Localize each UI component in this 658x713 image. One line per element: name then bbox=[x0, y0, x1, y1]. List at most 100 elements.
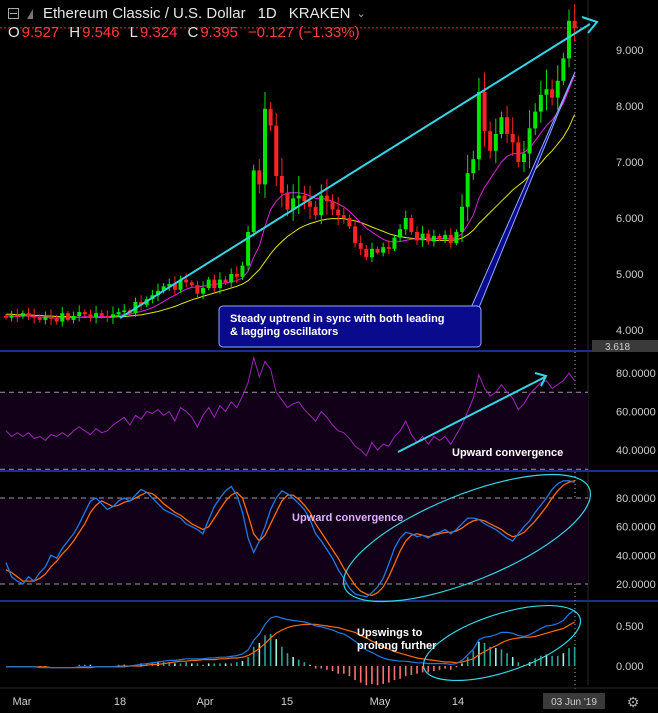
candle-body bbox=[392, 237, 397, 249]
candle-body bbox=[184, 279, 189, 283]
candle-body bbox=[505, 117, 510, 134]
candle-body bbox=[274, 125, 279, 176]
y-tick-label: 80.0000 bbox=[616, 493, 656, 505]
candle-body bbox=[533, 111, 538, 129]
y-tick-label: 0.500 bbox=[616, 621, 644, 633]
candle-body bbox=[409, 218, 414, 232]
candle-body bbox=[223, 279, 228, 283]
chart-canvas[interactable]: 4.000 5.000 6.000 7.000 8.000 9.000 3.618 Stead… bbox=[0, 0, 658, 713]
candle-body bbox=[476, 92, 481, 160]
candle-body bbox=[499, 117, 504, 134]
y-tick-label: 5.000 bbox=[616, 269, 644, 281]
symbol-row: Ethereum Classic / U.S. Dollar 1D KRAKEN… bbox=[8, 5, 366, 22]
candle-body bbox=[240, 265, 245, 277]
candle-body bbox=[555, 80, 560, 98]
candle-body bbox=[285, 192, 290, 210]
collapse-icon[interactable] bbox=[8, 8, 19, 19]
candle-body bbox=[431, 235, 436, 242]
y-tick-label: 80.0000 bbox=[616, 368, 656, 380]
low-value: 9.324 bbox=[139, 24, 178, 41]
flag-icon bbox=[27, 8, 33, 19]
candle-body bbox=[353, 226, 358, 244]
candle-body bbox=[336, 209, 341, 216]
candle-body bbox=[257, 170, 262, 185]
candle-body bbox=[550, 89, 555, 98]
candle-body bbox=[71, 316, 76, 320]
y-tick-label: 40.0000 bbox=[616, 445, 656, 457]
y-tick-label: 60.0000 bbox=[616, 407, 656, 419]
candle-body bbox=[60, 313, 65, 322]
candle-body bbox=[375, 248, 380, 253]
high-value: 9.546 bbox=[82, 24, 120, 41]
candle-body bbox=[105, 316, 110, 318]
candle-body bbox=[116, 312, 121, 315]
callout-text: Steady uptrend in sync with both leading bbox=[230, 313, 445, 325]
candle-body bbox=[49, 317, 54, 319]
candle-body bbox=[279, 176, 284, 193]
candle-body bbox=[460, 206, 465, 232]
candle-body bbox=[347, 218, 352, 227]
candle-body bbox=[567, 20, 571, 59]
x-tick-label: 18 bbox=[114, 696, 126, 708]
callout-text: & lagging oscillators bbox=[230, 326, 338, 338]
macd-annotation: prolong further bbox=[357, 640, 437, 652]
candle-body bbox=[420, 233, 425, 241]
candle-body bbox=[516, 142, 521, 162]
candle-body bbox=[206, 279, 211, 288]
candle-body bbox=[37, 317, 42, 320]
candle-body bbox=[308, 201, 313, 207]
trendline bbox=[119, 23, 591, 319]
candle-body bbox=[448, 234, 453, 244]
candle-body bbox=[32, 316, 37, 318]
timeframe-label[interactable]: 1D bbox=[258, 5, 277, 22]
open-label: O bbox=[8, 24, 20, 41]
candle-body bbox=[330, 201, 335, 210]
candle-body bbox=[527, 128, 532, 154]
y-tick-label: 6.000 bbox=[616, 213, 644, 225]
ohlc-row: O 9.527 H 9.546 L 9.324 C 9.395 −0.127 (… bbox=[8, 24, 368, 41]
candle-body bbox=[302, 195, 307, 202]
candle-body bbox=[212, 279, 217, 288]
candle-body bbox=[296, 195, 301, 199]
date-readout-label: 03 Jun '19 bbox=[551, 697, 597, 708]
gear-icon[interactable]: ⚙ bbox=[627, 695, 640, 711]
candle-body bbox=[54, 318, 59, 322]
chevron-down-icon[interactable]: ⌄ bbox=[356, 7, 365, 20]
candle-body bbox=[94, 313, 99, 318]
y-tick-label: 4.000 bbox=[616, 325, 644, 337]
x-tick-label: Mar bbox=[13, 696, 32, 708]
y-tick-label: 8.000 bbox=[616, 101, 644, 113]
candle-body bbox=[538, 94, 543, 112]
candle-body bbox=[521, 153, 526, 162]
exchange-label[interactable]: KRAKEN bbox=[289, 5, 351, 22]
candle-body bbox=[454, 232, 459, 244]
candle-body bbox=[195, 285, 200, 294]
candle-body bbox=[324, 195, 329, 202]
low-label: L bbox=[129, 24, 138, 41]
candle-body bbox=[381, 247, 386, 253]
candle-body bbox=[65, 313, 70, 320]
y-tick-label: 40.0000 bbox=[616, 550, 656, 562]
candle-body bbox=[471, 159, 476, 174]
candle-body bbox=[20, 313, 25, 317]
candle-body bbox=[189, 282, 194, 286]
candle-body bbox=[122, 310, 127, 313]
x-tick-label: Apr bbox=[196, 696, 213, 708]
candle-body bbox=[268, 108, 273, 126]
candle-body bbox=[26, 313, 31, 316]
candle-body bbox=[99, 313, 104, 316]
candle-body bbox=[82, 312, 87, 315]
close-value: 9.395 bbox=[200, 24, 238, 41]
candle-body bbox=[4, 316, 8, 318]
candle-body bbox=[15, 315, 20, 317]
symbol-title[interactable]: Ethereum Classic / U.S. Dollar bbox=[43, 5, 246, 22]
candle-body bbox=[234, 274, 239, 277]
candle-body bbox=[313, 206, 318, 216]
x-tick-label: 15 bbox=[281, 696, 293, 708]
candle-body bbox=[465, 173, 470, 207]
candle-body bbox=[561, 58, 566, 81]
candle-body bbox=[43, 317, 48, 320]
candle-body bbox=[201, 288, 206, 294]
candle-body bbox=[217, 279, 222, 288]
candle-body bbox=[398, 229, 403, 238]
